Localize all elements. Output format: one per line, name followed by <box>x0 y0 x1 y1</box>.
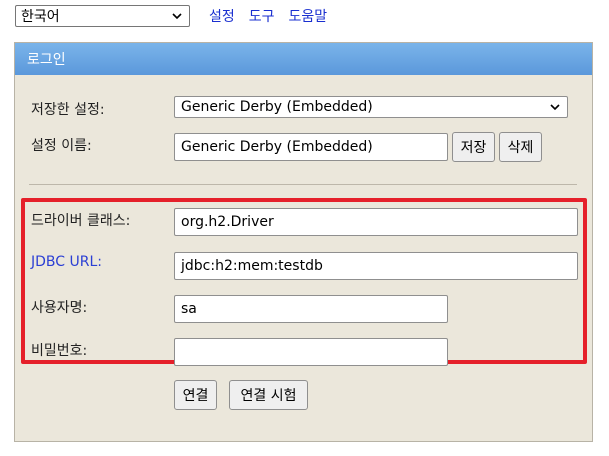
top-links: 설정 도구 도움말 <box>209 6 327 26</box>
connect-button[interactable]: 연결 <box>174 380 217 410</box>
saved-settings-label: 저장한 설정: <box>31 102 105 118</box>
top-bar: 한국어 설정 도구 도움말 <box>15 4 327 28</box>
divider <box>29 184 577 185</box>
language-select[interactable]: 한국어 <box>15 5 190 27</box>
login-panel: 로그인 저장한 설정: Generic Derby (Embedded) 설정 … <box>14 42 593 442</box>
help-link[interactable]: 도움말 <box>289 6 328 26</box>
chevron-down-icon <box>550 104 560 111</box>
settings-link[interactable]: 설정 <box>209 6 235 26</box>
jdbc-url-input[interactable]: jdbc:h2:mem:testdb <box>174 252 578 280</box>
chevron-down-icon <box>172 13 182 20</box>
saved-settings-value: Generic Derby (Embedded) <box>181 99 373 115</box>
password-label: 비밀번호: <box>31 343 88 359</box>
setting-name-label: 설정 이름: <box>31 138 92 154</box>
setting-name-value: Generic Derby (Embedded) <box>181 139 373 155</box>
delete-button[interactable]: 삭제 <box>499 132 542 162</box>
username-value: sa <box>181 301 197 317</box>
saved-settings-select[interactable]: Generic Derby (Embedded) <box>174 96 568 118</box>
tools-link[interactable]: 도구 <box>249 6 275 26</box>
save-button[interactable]: 저장 <box>452 132 495 162</box>
username-label: 사용자명: <box>31 300 88 316</box>
password-input[interactable] <box>174 338 448 366</box>
setting-name-input[interactable]: Generic Derby (Embedded) <box>174 133 448 161</box>
jdbc-url-label: JDBC URL: <box>31 254 102 270</box>
test-connection-button[interactable]: 연결 시험 <box>229 380 308 410</box>
driver-class-value: org.h2.Driver <box>181 214 274 230</box>
driver-class-label: 드라이버 클래스: <box>31 213 131 229</box>
login-header: 로그인 <box>15 43 592 75</box>
driver-class-input[interactable]: org.h2.Driver <box>174 208 578 236</box>
language-value: 한국어 <box>21 9 60 25</box>
username-input[interactable]: sa <box>174 295 448 323</box>
jdbc-url-value: jdbc:h2:mem:testdb <box>181 258 323 274</box>
